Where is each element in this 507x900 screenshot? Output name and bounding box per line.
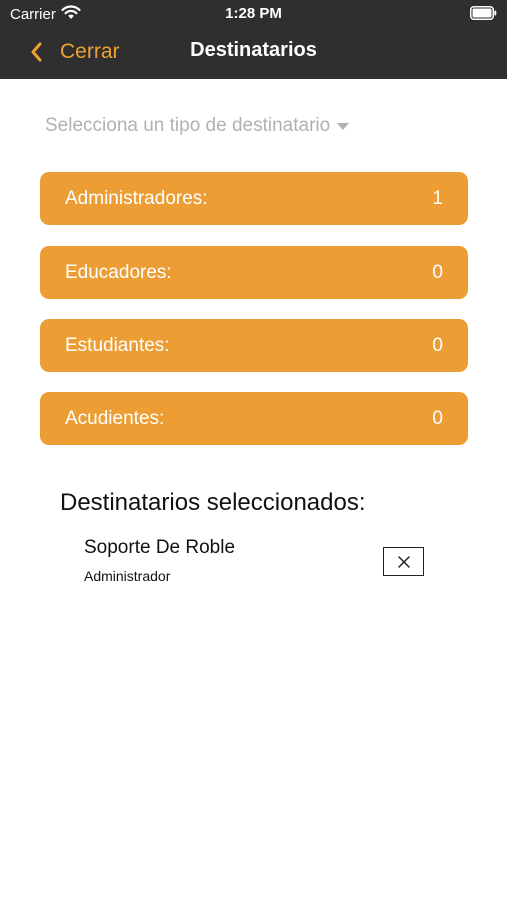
status-bar: Carrier 1:28 PM <box>0 0 507 28</box>
page-title: Destinatarios <box>190 39 317 61</box>
group-button-acudientes[interactable]: Acudientes: 0 <box>40 392 468 445</box>
group-count: 0 <box>432 407 443 429</box>
navigation-header: Carrier 1:28 PM Cerrar Destinatarios <box>0 0 507 79</box>
dropdown-placeholder: Selecciona un tipo de destinatario <box>45 115 331 136</box>
group-button-administradores[interactable]: Administradores: 1 <box>40 172 468 225</box>
caret-down-icon <box>337 122 350 130</box>
remove-recipient-button[interactable] <box>383 547 424 576</box>
group-label: Estudiantes: <box>65 334 170 356</box>
group-button-educadores[interactable]: Educadores: 0 <box>40 246 468 299</box>
group-count: 0 <box>432 261 443 283</box>
group-button-estudiantes[interactable]: Estudiantes: 0 <box>40 319 468 372</box>
recipient-type-dropdown[interactable]: Selecciona un tipo de destinatario <box>45 114 350 138</box>
group-count: 1 <box>432 187 443 209</box>
recipient-name: Soporte De Roble <box>84 537 236 558</box>
battery-icon <box>470 6 497 20</box>
close-icon <box>397 555 410 568</box>
group-count: 0 <box>432 334 443 356</box>
recipient-role: Administrador <box>84 568 171 584</box>
group-label: Educadores: <box>65 261 172 283</box>
status-time: 1:28 PM <box>225 5 282 22</box>
group-label: Acudientes: <box>65 407 165 429</box>
selected-recipients-heading: Destinatarios seleccionados: <box>60 489 366 516</box>
group-label: Administradores: <box>65 187 208 209</box>
